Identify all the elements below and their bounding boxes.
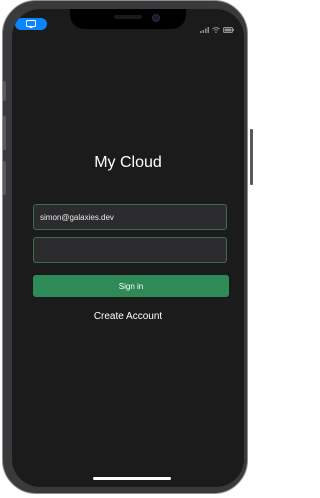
app-title: My Cloud — [94, 154, 162, 171]
earpiece-speaker — [114, 15, 142, 19]
create-account-button[interactable]: Create Account — [12, 311, 244, 322]
notch — [70, 9, 186, 29]
screen-mirroring-indicator[interactable] — [15, 18, 47, 30]
front-camera-icon — [152, 14, 160, 22]
battery-icon — [223, 20, 234, 38]
password-field[interactable] — [33, 237, 227, 263]
email-field[interactable] — [33, 204, 227, 230]
volume-down-button — [3, 161, 6, 195]
mute-switch — [3, 81, 6, 101]
app-screen: My Cloud Sign in Create Account — [12, 9, 244, 487]
sign-in-button[interactable]: Sign in — [33, 275, 229, 297]
status-icons — [200, 20, 234, 38]
signal-icon — [200, 20, 209, 38]
phone-frame: My Cloud Sign in Create Account — [2, 0, 253, 494]
wifi-icon — [212, 20, 220, 38]
power-button — [250, 129, 253, 185]
screen-mirroring-icon — [26, 15, 36, 33]
home-indicator[interactable] — [93, 477, 171, 480]
volume-up-button — [3, 116, 6, 150]
